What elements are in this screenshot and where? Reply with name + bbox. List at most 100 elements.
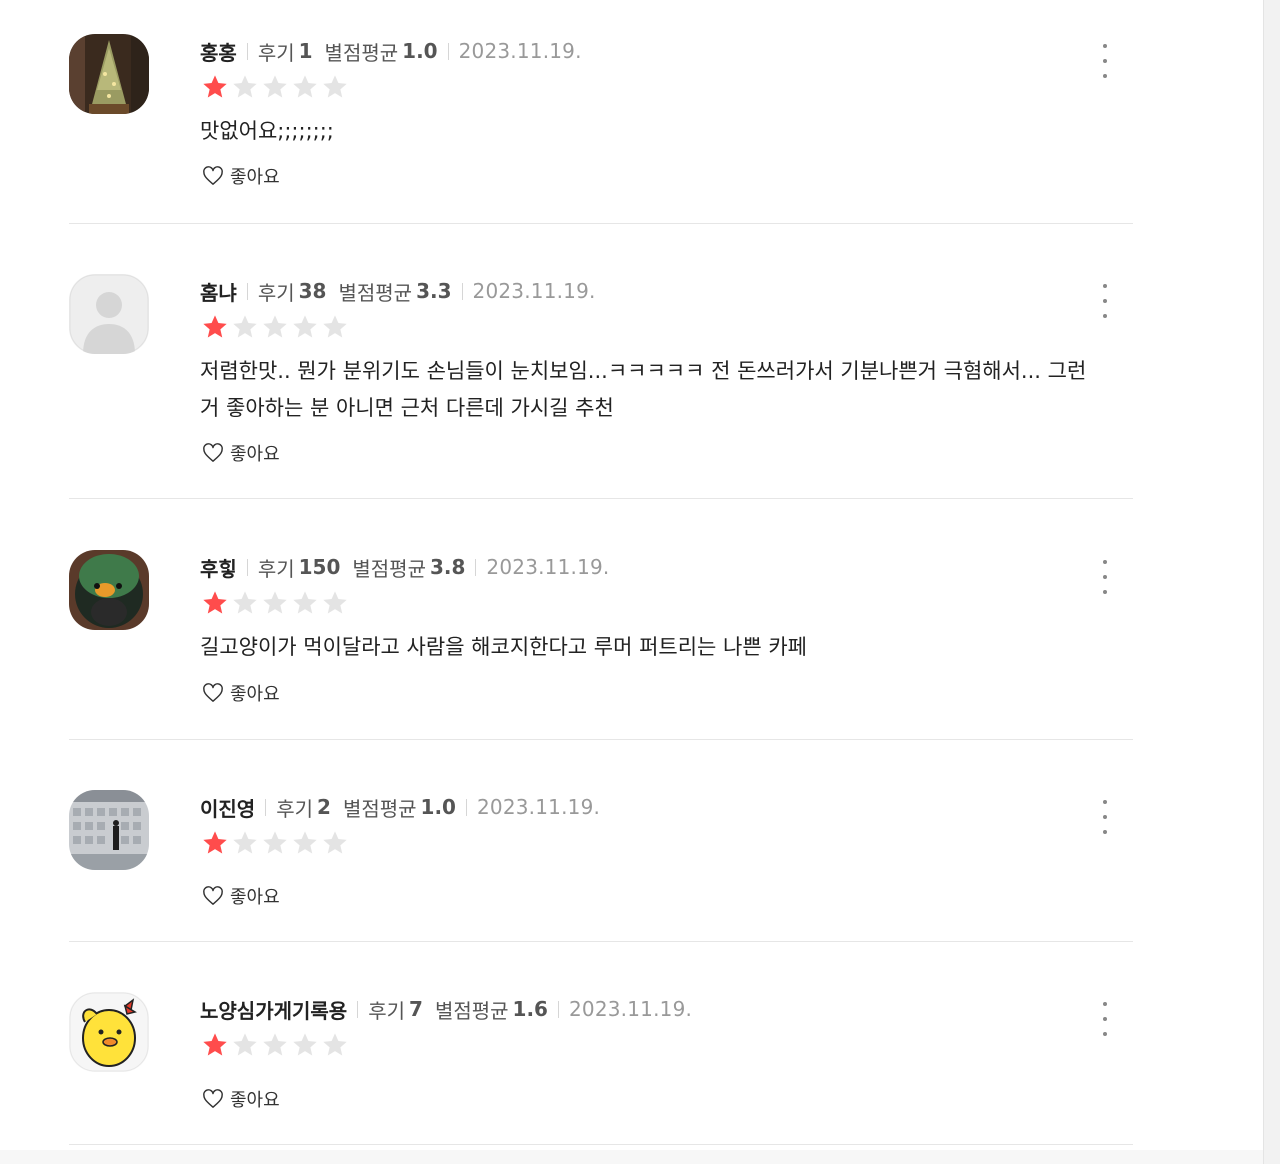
review-count-label: 후기 [276, 796, 314, 821]
star-empty-icon [293, 1033, 317, 1056]
more-options-icon[interactable] [1095, 800, 1115, 834]
divider [357, 1000, 359, 1018]
star-rating [200, 1031, 350, 1059]
star-filled-icon [203, 315, 227, 338]
star-empty-icon [293, 591, 317, 614]
rating-avg-label: 별점평균 [338, 280, 413, 305]
like-label: 좋아요 [230, 444, 280, 465]
rating-avg-label: 별점평균 [352, 556, 426, 581]
star-empty-icon [233, 1033, 257, 1056]
review-list-page: 홍홍 후기 1 별점평균 1.0 2023.11.19. 맛없어요;;;;;;;… [0, 0, 1280, 1164]
star-empty-icon [323, 831, 347, 854]
rating-avg: 1.0 [420, 795, 456, 819]
review-item: 홍홍 후기 1 별점평균 1.0 2023.11.19. 맛없어요;;;;;;;… [69, 34, 1133, 224]
star-empty-icon [323, 1033, 347, 1056]
like-button[interactable]: 좋아요 [202, 883, 280, 909]
review-count: 1 [298, 39, 313, 63]
avatar[interactable] [69, 790, 149, 870]
avatar[interactable] [69, 550, 149, 630]
like-label: 좋아요 [230, 167, 280, 188]
review-date: 2023.11.19. [568, 997, 693, 1021]
page-bottom-edge [0, 1150, 1264, 1164]
star-rating [200, 589, 350, 617]
review-item: 노양심가게기록용 후기 7 별점평균 1.6 2023.11.19. 좋아요 [69, 992, 1133, 1145]
rating-avg-label: 별점평균 [324, 40, 399, 65]
like-button[interactable]: 좋아요 [202, 440, 280, 466]
rating-avg: 1.6 [512, 997, 548, 1021]
like-button[interactable]: 좋아요 [202, 1086, 280, 1112]
divider [465, 798, 467, 816]
review-count-label: 후기 [257, 40, 295, 65]
star-empty-icon [233, 591, 257, 614]
star-empty-icon [263, 315, 287, 338]
divider [246, 42, 248, 60]
star-rating [200, 313, 350, 341]
review-count: 7 [409, 997, 423, 1021]
review-text: 길고양이가 먹이달라고 사람을 해코지한다고 루머 퍼트리는 나쁜 카페 [200, 635, 808, 659]
review-meta: 노양심가게기록용 후기 7 별점평균 1.6 2023.11.19. [200, 994, 692, 1024]
more-options-icon[interactable] [1095, 560, 1115, 594]
divider [447, 42, 449, 60]
review-count-label: 후기 [368, 998, 406, 1023]
rating-avg-label: 별점평균 [342, 796, 417, 821]
star-empty-icon [293, 75, 317, 98]
star-empty-icon [323, 315, 347, 338]
green-bird-photo-icon [69, 550, 149, 630]
more-options-icon[interactable] [1095, 1002, 1115, 1036]
divider [475, 558, 477, 576]
more-options-icon[interactable] [1095, 44, 1115, 78]
review-count: 38 [298, 279, 327, 303]
heart-icon [203, 683, 223, 702]
review-item: 후힣 후기 150 별점평균 3.8 2023.11.19. 길고양이가 먹이달… [69, 550, 1133, 740]
rating-avg-label: 별점평균 [434, 998, 509, 1023]
review-meta: 홈냐 후기 38 별점평균 3.3 2023.11.19. [200, 276, 596, 306]
nickname[interactable]: 홍홍 [200, 37, 237, 66]
review-count: 2 [317, 795, 331, 819]
review-date: 2023.11.19. [458, 39, 582, 63]
star-empty-icon [233, 831, 257, 854]
nickname[interactable]: 홈냐 [200, 277, 237, 306]
divider [461, 282, 463, 300]
review-meta: 후힣 후기 150 별점평균 3.8 2023.11.19. [200, 552, 610, 582]
review-count-label: 후기 [257, 556, 295, 581]
star-filled-icon [203, 831, 227, 854]
heart-icon [203, 1089, 223, 1108]
like-label: 좋아요 [230, 684, 280, 705]
christmas-tree-photo-icon [69, 34, 149, 114]
avatar[interactable] [69, 992, 149, 1072]
star-filled-icon [203, 1033, 227, 1056]
like-button[interactable]: 좋아요 [202, 680, 280, 706]
star-rating [200, 829, 350, 857]
like-label: 좋아요 [230, 1090, 280, 1111]
avatar[interactable] [69, 274, 149, 354]
heart-icon [203, 166, 223, 185]
star-empty-icon [233, 315, 257, 338]
star-empty-icon [263, 591, 287, 614]
review-date: 2023.11.19. [486, 555, 610, 579]
review-date: 2023.11.19. [472, 279, 596, 303]
gallery-wall-photo-icon [69, 790, 149, 870]
nickname[interactable]: 후힣 [200, 553, 237, 582]
star-empty-icon [293, 315, 317, 338]
scrollbar[interactable] [1263, 0, 1280, 1164]
divider [246, 558, 248, 576]
avatar[interactable] [69, 34, 149, 114]
review-meta: 이진영 후기 2 별점평균 1.0 2023.11.19. [200, 792, 600, 822]
nickname[interactable]: 노양심가게기록용 [200, 995, 347, 1024]
star-filled-icon [203, 75, 227, 98]
star-empty-icon [323, 591, 347, 614]
star-empty-icon [263, 1033, 287, 1056]
star-filled-icon [203, 591, 227, 614]
review-count-label: 후기 [257, 280, 295, 305]
nickname[interactable]: 이진영 [200, 793, 255, 822]
like-label: 좋아요 [230, 887, 280, 908]
star-empty-icon [233, 75, 257, 98]
heart-icon [203, 886, 223, 905]
more-options-icon[interactable] [1095, 284, 1115, 318]
review-text: 맛없어요;;;;;;;; [200, 119, 334, 143]
rating-avg: 3.3 [416, 279, 452, 303]
review-item: 이진영 후기 2 별점평균 1.0 2023.11.19. 좋아요 [69, 790, 1133, 942]
divider [246, 282, 248, 300]
default-profile-icon [69, 274, 149, 354]
like-button[interactable]: 좋아요 [202, 163, 280, 189]
